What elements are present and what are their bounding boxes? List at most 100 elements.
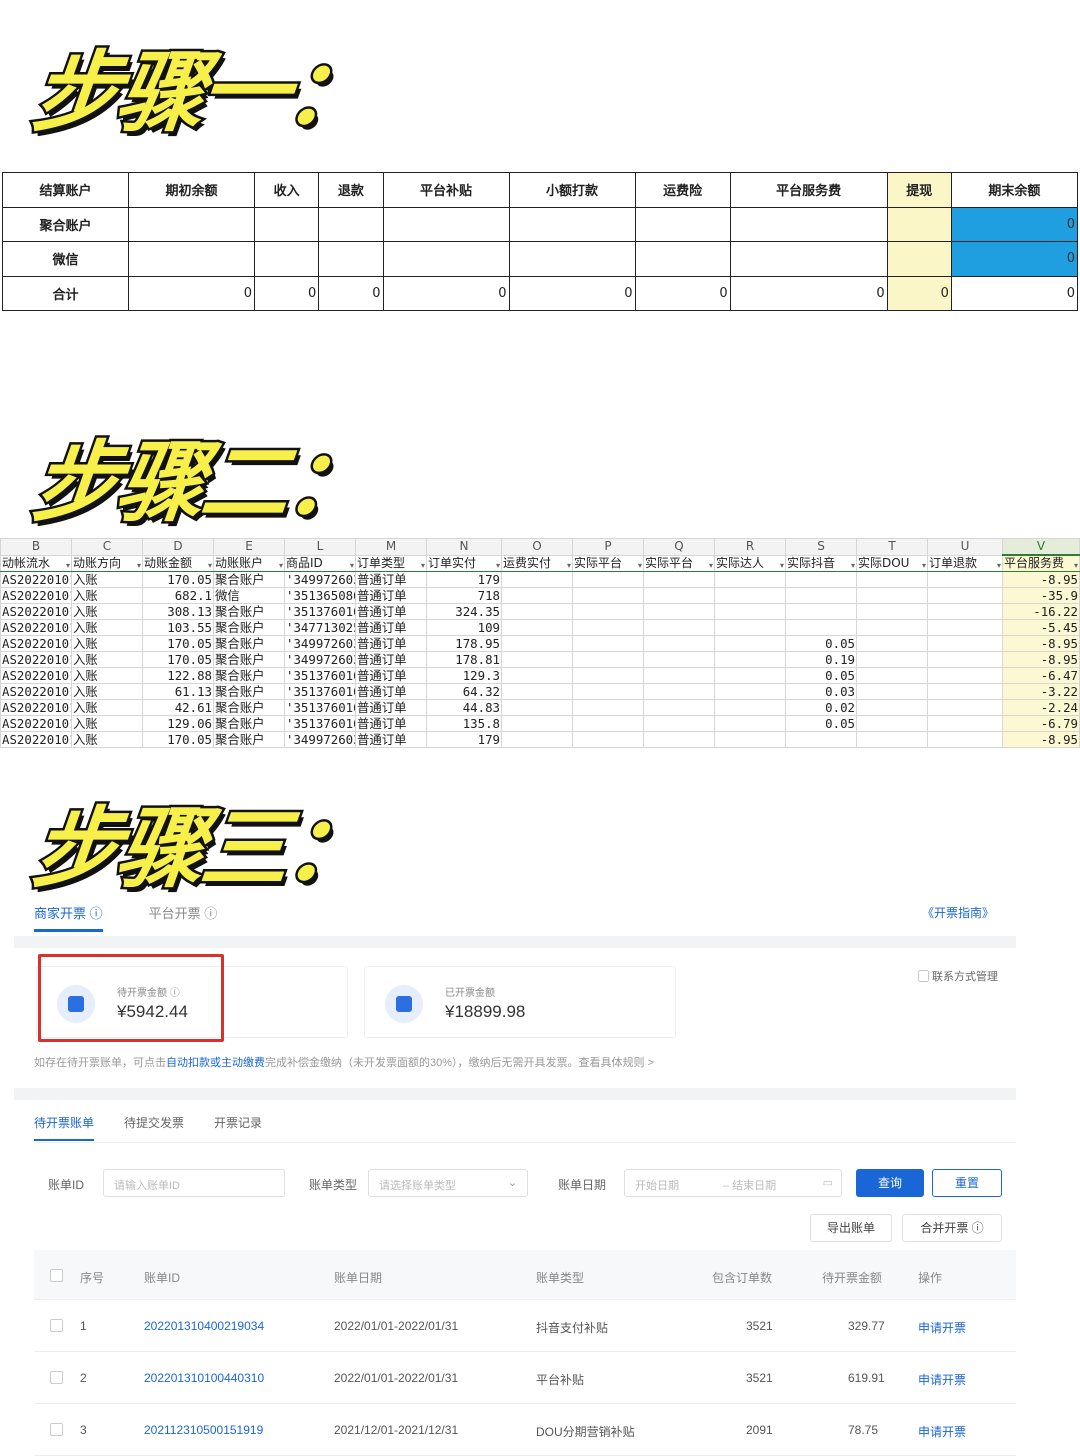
sheet-cell[interactable]: 入账: [71, 651, 143, 668]
sheet-cell[interactable]: -6.79: [1002, 715, 1080, 732]
sheet-cell[interactable]: [572, 715, 644, 732]
sheet-cell[interactable]: -2.24: [1002, 699, 1080, 716]
sheet-cell[interactable]: [714, 587, 786, 604]
column-letter[interactable]: R: [714, 538, 786, 556]
sheet-cell[interactable]: [572, 651, 644, 668]
sheet-cell[interactable]: [856, 651, 928, 668]
sheet-cell[interactable]: 入账: [71, 731, 143, 748]
sheet-cell[interactable]: [501, 571, 573, 588]
column-header[interactable]: 动帐流水 ▾: [0, 554, 72, 572]
column-header[interactable]: 实际DOU ▾: [856, 554, 928, 572]
sheet-cell[interactable]: 普通订单: [355, 651, 427, 668]
column-header[interactable]: 动账方向 ▾: [71, 554, 143, 572]
filter-dropdown-icon[interactable]: ▾: [1074, 558, 1078, 571]
sheet-cell[interactable]: 103.55: [142, 619, 214, 636]
sheet-cell[interactable]: 170.05: [142, 651, 214, 668]
sheet-cell[interactable]: 0.03: [785, 683, 857, 700]
sheet-cell[interactable]: AS20220101: [0, 667, 72, 684]
tab-invoice-records[interactable]: 开票记录: [214, 1114, 262, 1141]
filter-dropdown-icon[interactable]: ▾: [638, 558, 642, 571]
reset-button[interactable]: 重置: [932, 1169, 1002, 1197]
sheet-cell[interactable]: 普通订单: [355, 731, 427, 748]
column-letter[interactable]: Q: [643, 538, 715, 556]
sheet-cell[interactable]: [643, 571, 715, 588]
sheet-cell[interactable]: [927, 635, 1003, 652]
filter-dropdown-icon[interactable]: ▾: [997, 558, 1001, 571]
sheet-cell[interactable]: [501, 699, 573, 716]
sheet-cell[interactable]: [856, 683, 928, 700]
column-letter[interactable]: L: [284, 538, 356, 556]
invoice-guide-link[interactable]: 《开票指南》: [922, 904, 994, 921]
sheet-cell[interactable]: [856, 571, 928, 588]
sheet-cell[interactable]: '351376016: [284, 699, 356, 716]
sheet-cell[interactable]: -16.22: [1002, 603, 1080, 620]
sheet-cell[interactable]: 入账: [71, 619, 143, 636]
sheet-cell[interactable]: 入账: [71, 715, 143, 732]
sheet-cell[interactable]: '349972603: [284, 651, 356, 668]
bill-date-range[interactable]: 开始日期 – 结束日期 ▭: [624, 1169, 842, 1197]
sheet-cell[interactable]: 170.05: [142, 635, 214, 652]
sheet-cell[interactable]: 聚合账户: [213, 635, 285, 652]
sheet-cell[interactable]: 61.13: [142, 683, 214, 700]
sheet-cell[interactable]: 聚合账户: [213, 571, 285, 588]
sheet-cell[interactable]: 170.05: [142, 731, 214, 748]
sheet-cell[interactable]: 178.81: [426, 651, 502, 668]
sheet-cell[interactable]: -8.95: [1002, 635, 1080, 652]
sheet-cell[interactable]: 普通订单: [355, 715, 427, 732]
sheet-cell[interactable]: [927, 699, 1003, 716]
sheet-cell[interactable]: AS20220101: [0, 635, 72, 652]
filter-dropdown-icon[interactable]: ▾: [137, 558, 141, 571]
apply-invoice-link[interactable]: 申请开票: [918, 1371, 966, 1388]
sheet-cell[interactable]: [856, 603, 928, 620]
sheet-cell[interactable]: [714, 619, 786, 636]
export-bills-button[interactable]: 导出账单: [810, 1214, 892, 1242]
sheet-cell[interactable]: '347713025: [284, 619, 356, 636]
sheet-cell[interactable]: [785, 603, 857, 620]
filter-dropdown-icon[interactable]: ▾: [279, 558, 283, 571]
sheet-cell[interactable]: 135.8: [426, 715, 502, 732]
sheet-cell[interactable]: '351376016: [284, 603, 356, 620]
sheet-cell[interactable]: [501, 635, 573, 652]
filter-dropdown-icon[interactable]: ▾: [780, 558, 784, 571]
sheet-cell[interactable]: [927, 603, 1003, 620]
filter-dropdown-icon[interactable]: ▾: [350, 558, 354, 571]
merge-invoice-button[interactable]: 合并开票 ⓘ: [902, 1214, 1002, 1242]
sheet-cell[interactable]: 普通订单: [355, 571, 427, 588]
column-header[interactable]: 动账账户 ▾: [213, 554, 285, 572]
sheet-cell[interactable]: 普通订单: [355, 635, 427, 652]
sheet-cell[interactable]: [643, 587, 715, 604]
sheet-cell[interactable]: 普通订单: [355, 667, 427, 684]
sheet-cell[interactable]: AS20220101: [0, 699, 72, 716]
row-checkbox[interactable]: [50, 1319, 63, 1332]
sheet-cell[interactable]: [501, 715, 573, 732]
sheet-cell[interactable]: '351376016: [284, 667, 356, 684]
sheet-cell[interactable]: [714, 571, 786, 588]
sheet-cell[interactable]: [501, 683, 573, 700]
sheet-cell[interactable]: -3.22: [1002, 683, 1080, 700]
sheet-cell[interactable]: [572, 731, 644, 748]
sheet-cell[interactable]: [501, 731, 573, 748]
sheet-cell[interactable]: [927, 667, 1003, 684]
sheet-cell[interactable]: AS20220101: [0, 731, 72, 748]
sheet-cell[interactable]: 聚合账户: [213, 603, 285, 620]
sheet-cell[interactable]: [856, 699, 928, 716]
sheet-cell[interactable]: [927, 731, 1003, 748]
filter-dropdown-icon[interactable]: ▾: [208, 558, 212, 571]
column-letter[interactable]: M: [355, 538, 427, 556]
sheet-cell[interactable]: AS20220101: [0, 651, 72, 668]
column-letter[interactable]: U: [927, 538, 1003, 556]
sheet-cell[interactable]: [501, 603, 573, 620]
sheet-cell[interactable]: [714, 699, 786, 716]
sheet-cell[interactable]: [785, 587, 857, 604]
sheet-cell[interactable]: 324.35: [426, 603, 502, 620]
apply-invoice-link[interactable]: 申请开票: [918, 1319, 966, 1336]
sheet-cell[interactable]: [856, 667, 928, 684]
sheet-cell[interactable]: 42.61: [142, 699, 214, 716]
sheet-cell[interactable]: [572, 699, 644, 716]
filter-dropdown-icon[interactable]: ▾: [922, 558, 926, 571]
sheet-cell[interactable]: 0.05: [785, 635, 857, 652]
sheet-cell[interactable]: 微信: [213, 587, 285, 604]
sheet-cell[interactable]: -8.95: [1002, 651, 1080, 668]
sheet-cell[interactable]: [643, 683, 715, 700]
sheet-cell[interactable]: [501, 619, 573, 636]
